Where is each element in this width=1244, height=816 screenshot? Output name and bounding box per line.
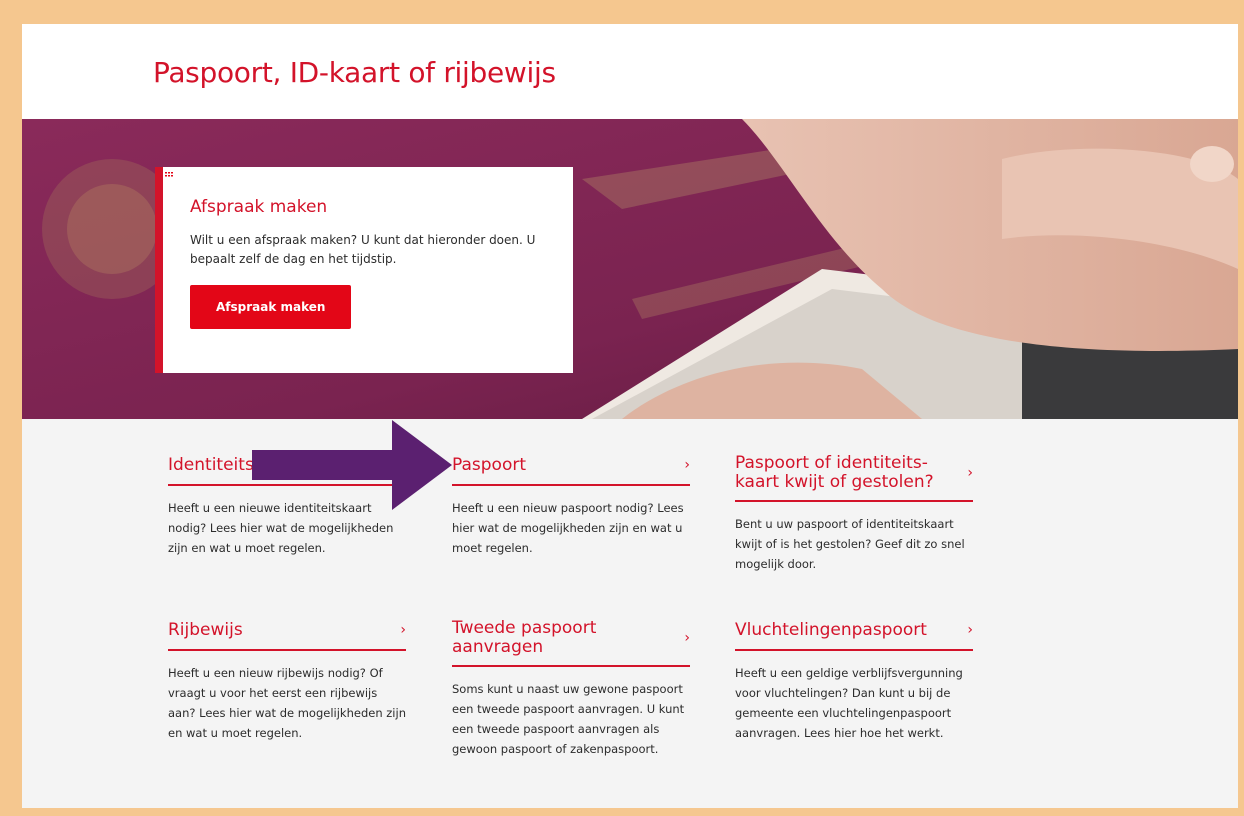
page-title: Paspoort, ID-kaart of rijbewijs (153, 56, 556, 89)
chevron-right-icon: › (684, 630, 690, 646)
tile-header: Rijbewijs › (168, 619, 406, 651)
tile-title: Paspoort (452, 454, 527, 475)
appointment-card: Afspraak maken Wilt u een afspraak maken… (155, 167, 573, 373)
tile-description: Soms kunt u naast uw gewone paspoort een… (452, 682, 685, 756)
tile-vluchtelingenpaspoort[interactable]: Vluchtelingenpaspoort › Heeft u een geld… (735, 619, 973, 743)
tile-rijbewijs[interactable]: Rijbewijs › Heeft u een nieuw rijbewijs … (168, 619, 406, 743)
make-appointment-button[interactable]: Afspraak maken (164, 167, 352, 329)
calendar-icon (164, 167, 174, 178)
tile-title: Paspoort of identiteits-kaart kwijt of g… (735, 453, 934, 492)
tile-header: Paspoort of identiteits-kaart kwijt of g… (735, 454, 973, 502)
appointment-card-text: Wilt u een afspraak maken? U kunt dat hi… (190, 233, 536, 266)
tile-description: Heeft u een nieuw paspoort nodig? Lees h… (452, 501, 684, 555)
make-appointment-button-label: Afspraak maken (216, 300, 326, 314)
annotation-arrow-icon (252, 420, 452, 510)
tile-header: Vluchtelingenpaspoort › (735, 619, 973, 651)
tile-paspoort[interactable]: Paspoort › Heeft u een nieuw paspoort no… (452, 454, 690, 558)
chevron-right-icon: › (684, 457, 690, 473)
hero-banner: Afspraak maken Wilt u een afspraak maken… (22, 119, 1238, 419)
tile-kwijt-gestolen[interactable]: Paspoort of identiteits-kaart kwijt of g… (735, 454, 973, 574)
tile-header: Paspoort › (452, 454, 690, 486)
chevron-right-icon: › (967, 465, 973, 481)
tile-title: Vluchtelingenpaspoort (735, 619, 927, 640)
page-header: Paspoort, ID-kaart of rijbewijs (22, 24, 1238, 119)
tile-description: Heeft u een geldige verblijfsvergunning … (735, 666, 963, 740)
tile-title: Tweede paspoort aanvragen (452, 618, 597, 657)
tile-description: Bent u uw paspoort of identiteitskaart k… (735, 517, 965, 571)
appointment-card-title: Afspraak maken (190, 197, 328, 217)
chevron-right-icon: › (400, 622, 406, 638)
tile-tweede-paspoort[interactable]: Tweede paspoort aanvragen › Soms kunt u … (452, 619, 690, 759)
tile-title: Rijbewijs (168, 619, 243, 640)
tile-header: Tweede paspoort aanvragen › (452, 619, 690, 667)
chevron-right-icon: › (967, 622, 973, 638)
browser-page: Paspoort, ID-kaart of rijbewijs Afspraak… (22, 24, 1238, 808)
tile-description: Heeft u een nieuw rijbewijs nodig? Of vr… (168, 666, 406, 740)
